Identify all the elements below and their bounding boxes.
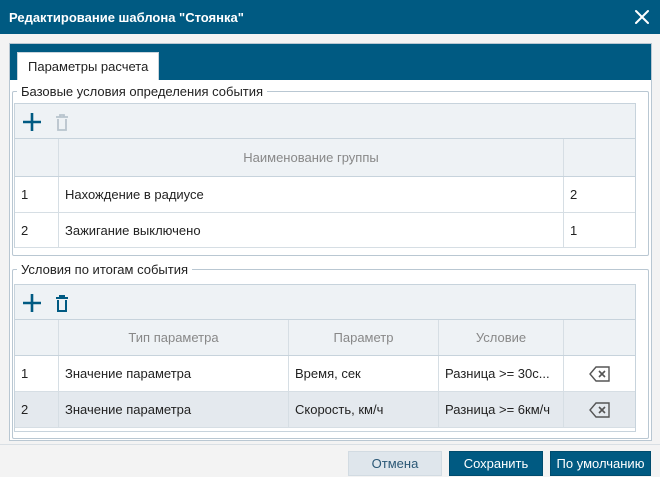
- row-index: 2: [15, 392, 59, 427]
- condition-cell: Разница >= 30с...: [439, 356, 564, 391]
- group-name-cell: Зажигание выключено: [59, 213, 564, 247]
- row-index: 2: [15, 213, 59, 247]
- column-header-condition[interactable]: Условие: [439, 320, 564, 355]
- cancel-button[interactable]: Отмена: [348, 451, 442, 476]
- param-type-cell: Значение параметра: [59, 392, 289, 427]
- grid-toolbar: [15, 285, 635, 320]
- grid-toolbar: [15, 104, 635, 139]
- trash-icon[interactable]: [51, 292, 73, 314]
- dialog-title: Редактирование шаблона "Стоянка": [9, 10, 244, 25]
- base-conditions-grid: Наименование группы 1 Нахождение в радиу…: [14, 103, 636, 248]
- dialog-footer: Отмена Сохранить По умолчанию: [0, 444, 660, 477]
- backspace-icon[interactable]: [564, 356, 635, 391]
- param-type-cell: Значение параметра: [59, 356, 289, 391]
- tab-strip: Параметры расчета: [10, 44, 651, 80]
- table-row[interactable]: 1 Нахождение в радиусе 2: [15, 177, 635, 213]
- count-cell: 1: [570, 222, 578, 238]
- save-button[interactable]: Сохранить: [449, 451, 543, 476]
- dialog-titlebar: Редактирование шаблона "Стоянка": [0, 0, 660, 34]
- backspace-icon[interactable]: [564, 392, 635, 427]
- plus-icon[interactable]: [21, 111, 43, 133]
- table-row[interactable]: 1 Значение параметра Время, сек Разница …: [15, 356, 635, 392]
- result-conditions-legend: Условия по итогам события: [21, 262, 189, 277]
- table-header: Наименование группы: [15, 139, 635, 177]
- column-header-param[interactable]: Параметр: [289, 320, 439, 355]
- column-header-count: [564, 139, 635, 176]
- trash-icon: [51, 111, 73, 133]
- edit-template-dialog: Редактирование шаблона "Стоянка" Парамет…: [0, 0, 660, 477]
- table-row[interactable]: 2 Значение параметра Скорость, км/ч Разн…: [15, 392, 635, 428]
- condition-cell: Разница >= 6км/ч: [439, 392, 564, 427]
- row-index: 1: [15, 356, 59, 391]
- result-conditions-grid: Тип параметра Параметр Условие 1 Значени…: [14, 284, 636, 432]
- group-name-cell: Нахождение в радиусе: [59, 177, 564, 212]
- table-row[interactable]: 2 Зажигание выключено 1: [15, 213, 635, 248]
- column-header-param-type[interactable]: Тип параметра: [59, 320, 289, 355]
- tab-calc-params[interactable]: Параметры расчета: [17, 52, 160, 80]
- base-conditions-legend: Базовые условия определения события: [21, 84, 264, 99]
- param-cell: Скорость, км/ч: [289, 392, 439, 427]
- column-header-group-name[interactable]: Наименование группы: [59, 139, 564, 176]
- table-header: Тип параметра Параметр Условие: [15, 320, 635, 356]
- column-header-actions: [564, 320, 635, 355]
- close-icon[interactable]: [632, 7, 652, 27]
- plus-icon[interactable]: [21, 292, 43, 314]
- count-cell: 2: [570, 187, 578, 202]
- row-index: 1: [15, 177, 59, 212]
- default-button[interactable]: По умолчанию: [550, 451, 651, 476]
- param-cell: Время, сек: [289, 356, 439, 391]
- column-header-index: [15, 139, 59, 176]
- column-header-index: [15, 320, 59, 355]
